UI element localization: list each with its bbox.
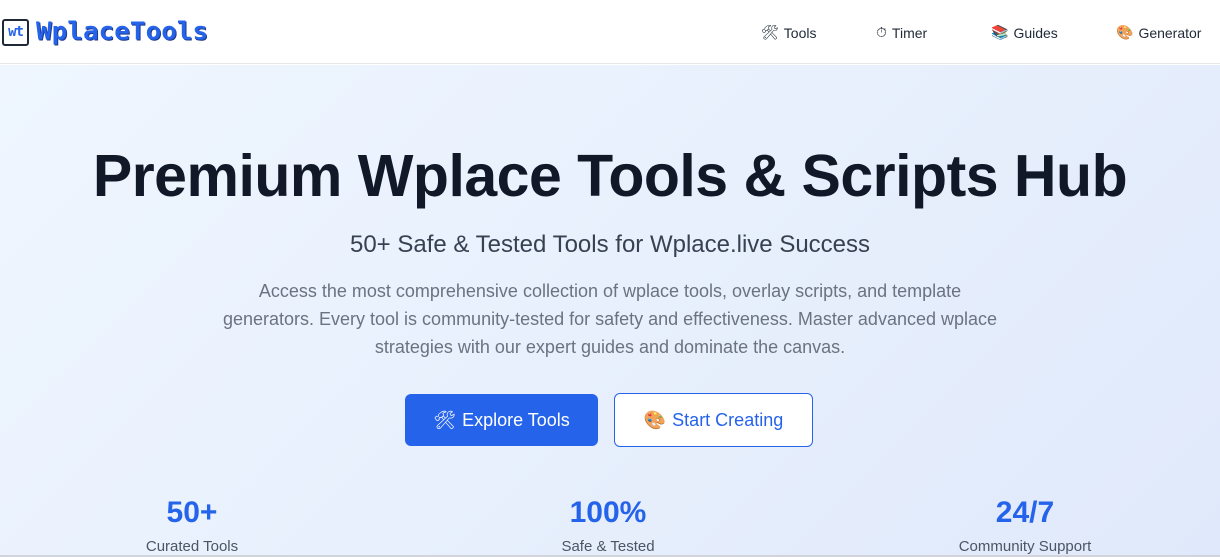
- nav-item-tools[interactable]: 🛠 Tools: [761, 22, 816, 44]
- button-label: Explore Tools: [462, 409, 570, 430]
- tools-icon: 🛠: [433, 409, 457, 431]
- nav-item-generator[interactable]: 🎨 Generator: [1116, 22, 1201, 44]
- stat-value: 100%: [569, 496, 647, 529]
- stat-label: Community Support: [958, 538, 1092, 555]
- site-header: wt WplaceTools 🛠 Tools ⏱ Timer 📚 Guides …: [0, 0, 1220, 64]
- nav-item-guides[interactable]: 📚 Guides: [991, 22, 1058, 44]
- main-nav: 🛠 Tools ⏱ Timer 📚 Guides 🎨 Generator: [0, 22, 1220, 44]
- explore-tools-button[interactable]: 🛠 Explore Tools: [405, 394, 598, 446]
- start-creating-button[interactable]: 🎨 Start Creating: [614, 393, 813, 447]
- hero-description: Access the most comprehensive collection…: [222, 281, 998, 357]
- stat-curated-tools: 50+ Curated Tools: [72, 495, 312, 557]
- nav-item-label: Guides: [1013, 25, 1058, 41]
- hero-section: Premium Wplace Tools & Scripts Hub 50+ S…: [0, 65, 1220, 557]
- stat-label: Safe & Tested: [561, 538, 655, 555]
- nav-item-label: Tools: [783, 25, 817, 41]
- nav-item-timer[interactable]: ⏱ Timer: [876, 22, 927, 44]
- stat-value: 24/7: [995, 496, 1055, 529]
- stat-value: 50+: [166, 496, 218, 529]
- nav-item-label: Timer: [891, 25, 928, 41]
- hero-subtitle: 50+ Safe & Tested Tools for Wplace.live …: [349, 231, 871, 258]
- button-label: Start Creating: [672, 409, 784, 430]
- books-icon: 📚: [991, 25, 1009, 41]
- palette-icon: 🎨: [1116, 25, 1134, 41]
- hero-title: Premium Wplace Tools & Scripts Hub: [92, 143, 1128, 209]
- stopwatch-icon: ⏱: [876, 25, 887, 41]
- stat-community-support: 24/7 Community Support: [905, 495, 1145, 557]
- palette-icon: 🎨: [643, 409, 667, 431]
- stat-safe-tested: 100% Safe & Tested: [488, 495, 728, 557]
- nav-item-label: Generator: [1138, 25, 1202, 41]
- stat-label: Curated Tools: [145, 538, 239, 555]
- tools-icon: 🛠: [761, 25, 779, 41]
